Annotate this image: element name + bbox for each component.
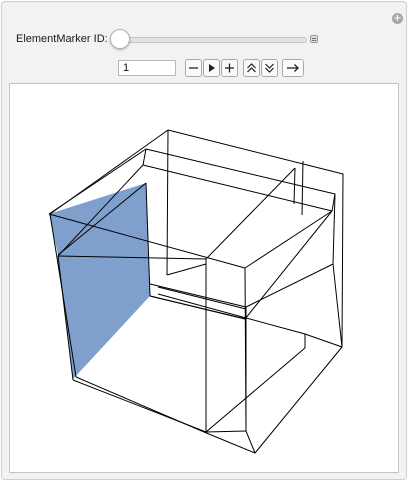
3d-graphics-view[interactable] xyxy=(9,83,399,473)
step-forward-button[interactable] xyxy=(221,59,238,77)
plus-circle-icon[interactable]: + xyxy=(392,13,403,24)
slider-options-icon[interactable] xyxy=(310,35,318,43)
slower-button[interactable] xyxy=(261,59,278,77)
plus-icon xyxy=(225,63,234,73)
highlighted-element-face xyxy=(49,183,150,379)
direction-button[interactable] xyxy=(282,59,304,77)
value-input[interactable]: 1 xyxy=(118,60,176,76)
slider-thumb[interactable] xyxy=(110,29,130,49)
slider-track[interactable] xyxy=(116,37,307,43)
step-back-button[interactable] xyxy=(185,59,202,77)
play-button[interactable] xyxy=(203,59,220,77)
mesh-wireframe xyxy=(48,129,344,454)
right-arrow-icon xyxy=(287,64,299,72)
slider-label: ElementMarker ID: 1 xyxy=(16,33,117,45)
minus-icon xyxy=(189,67,198,69)
play-icon xyxy=(209,64,215,72)
double-chevron-down-icon xyxy=(265,63,274,73)
faster-button[interactable] xyxy=(243,59,260,77)
double-chevron-up-icon xyxy=(247,63,256,73)
